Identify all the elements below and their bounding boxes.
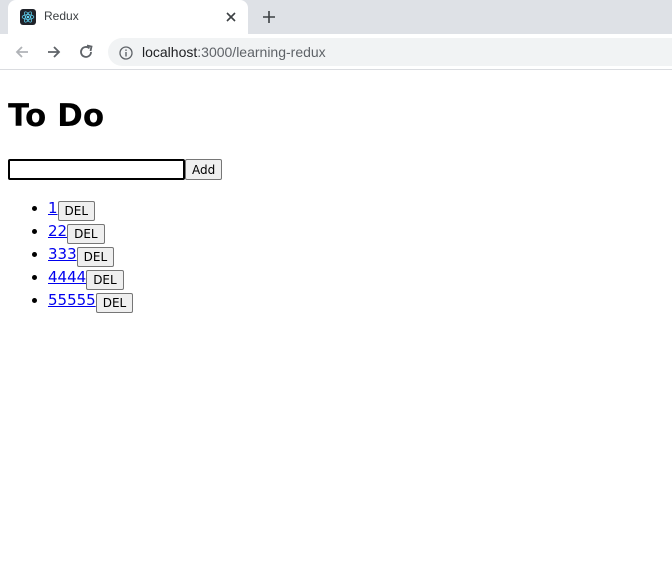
todo-item: 22DEL: [48, 220, 133, 244]
todo-item: 55555DEL: [48, 289, 134, 313]
page-title: To Do: [8, 98, 105, 134]
info-icon[interactable]: [119, 45, 133, 60]
address-bar[interactable]: localhost:3000/learning-redux: [108, 38, 672, 66]
todo-input[interactable]: [8, 159, 185, 180]
delete-button[interactable]: DEL: [95, 293, 134, 313]
todo-item: 4444DEL: [48, 266, 133, 290]
browser-toolbar: localhost:3000/learning-redux: [0, 34, 672, 70]
url-path: :3000/learning-redux: [197, 44, 326, 60]
todo-link[interactable]: 4444: [48, 268, 86, 286]
todo-list: 1DEL 22DEL 333DEL 4444DEL 55555DEL: [8, 197, 134, 313]
delete-button[interactable]: DEL: [67, 224, 105, 244]
todo-link[interactable]: 55555: [48, 291, 96, 309]
add-button[interactable]: Add: [185, 159, 223, 180]
todo-item: 333DEL: [48, 243, 133, 267]
page-content: To Do Add 1DEL 22DEL 333DEL 4444DEL 5555…: [0, 71, 672, 583]
new-tab-icon[interactable]: [259, 7, 279, 27]
delete-button[interactable]: DEL: [57, 201, 96, 221]
react-icon: [20, 9, 36, 25]
forward-arrow-icon[interactable]: [44, 42, 64, 62]
url-text: localhost:3000/learning-redux: [142, 44, 326, 60]
back-arrow-icon[interactable]: [12, 42, 32, 62]
browser-tabstrip: Redux: [0, 0, 672, 34]
todo-link[interactable]: 333: [48, 245, 77, 263]
browser-tab[interactable]: Redux: [8, 0, 248, 34]
url-host: localhost: [142, 44, 198, 60]
todo-form: Add: [8, 159, 223, 180]
todo-link[interactable]: 1: [48, 199, 58, 217]
todo-item: 1DEL: [48, 197, 133, 221]
reload-icon[interactable]: [76, 42, 96, 62]
todo-link[interactable]: 22: [48, 222, 67, 240]
close-icon[interactable]: [223, 9, 239, 25]
tab-title: Redux: [44, 9, 79, 23]
delete-button[interactable]: DEL: [86, 270, 124, 290]
delete-button[interactable]: DEL: [76, 247, 115, 267]
